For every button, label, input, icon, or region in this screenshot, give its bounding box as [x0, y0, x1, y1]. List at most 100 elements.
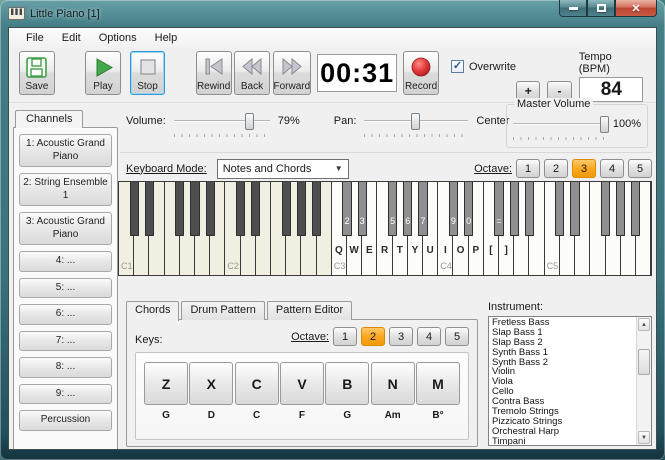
- instrument-listbox[interactable]: Fretless BassSlap Bass 1Slap Bass 2Synth…: [488, 316, 652, 446]
- volume-label: Volume:: [126, 115, 166, 127]
- back-button[interactable]: Back: [234, 51, 270, 95]
- piano-black-key[interactable]: [631, 182, 640, 236]
- minimize-button[interactable]: [559, 0, 587, 17]
- piano-black-key[interactable]: 9: [449, 182, 458, 236]
- piano-black-key[interactable]: 3: [358, 182, 367, 236]
- titlebar[interactable]: Little Piano [1] ✕: [0, 0, 665, 27]
- tab-chords[interactable]: Chords: [126, 301, 179, 321]
- forward-icon: [280, 56, 304, 78]
- channel-button[interactable]: Percussion: [19, 410, 112, 431]
- piano-black-key[interactable]: [312, 182, 321, 236]
- octave-c-label: C3: [334, 261, 346, 271]
- channel-button[interactable]: 8: ...: [19, 357, 112, 378]
- volume-slider-track[interactable]: [174, 120, 270, 122]
- menu-item-edit[interactable]: Edit: [53, 29, 90, 47]
- piano-black-key[interactable]: [525, 182, 534, 236]
- piano-black-key[interactable]: [130, 182, 139, 236]
- scroll-down-button[interactable]: ▼: [638, 431, 650, 444]
- window-controls: ✕: [559, 0, 657, 17]
- chords-octave-label: Octave:: [291, 331, 329, 343]
- channel-button[interactable]: 3: Acoustic Grand Piano: [19, 212, 112, 245]
- octave-button-5[interactable]: 5: [628, 159, 652, 178]
- master-volume-value: 100%: [613, 118, 641, 130]
- channel-button[interactable]: 1: Acoustic Grand Piano: [19, 134, 112, 167]
- master-volume-slider[interactable]: [513, 115, 605, 133]
- tab-channels[interactable]: Channels: [15, 110, 83, 128]
- volume-slider-thumb[interactable]: [245, 113, 254, 130]
- piano-black-key[interactable]: [616, 182, 625, 236]
- menu-item-options[interactable]: Options: [90, 29, 146, 47]
- save-button[interactable]: Save: [19, 51, 55, 95]
- volume-slider[interactable]: [174, 112, 270, 130]
- instrument-list-item[interactable]: Timpani: [490, 437, 635, 446]
- forward-button[interactable]: Forward: [273, 51, 312, 95]
- channel-button[interactable]: 7: ...: [19, 331, 112, 352]
- piano-black-key[interactable]: [510, 182, 519, 236]
- chord-key-button-c[interactable]: C: [235, 362, 279, 405]
- piano-black-key[interactable]: [555, 182, 564, 236]
- play-button[interactable]: Play: [85, 51, 121, 95]
- octave-button-4[interactable]: 4: [417, 327, 441, 346]
- master-volume-slider-ticks: [513, 137, 605, 140]
- piano-black-key[interactable]: =: [494, 182, 503, 236]
- chord-key-button-v[interactable]: V: [280, 362, 324, 405]
- menu-item-help[interactable]: Help: [146, 29, 187, 47]
- piano-black-key[interactable]: [236, 182, 245, 236]
- chord-key-slot: XD: [189, 362, 233, 439]
- channel-button[interactable]: 4: ...: [19, 251, 112, 272]
- instrument-scrollbar[interactable]: ▲ ▼: [636, 317, 651, 445]
- piano-black-key[interactable]: [251, 182, 260, 236]
- piano-black-key[interactable]: [206, 182, 215, 236]
- chord-key-button-z[interactable]: Z: [144, 362, 188, 405]
- channel-button[interactable]: 2: String Ensemble 1: [19, 173, 112, 206]
- piano-black-key[interactable]: 7: [418, 182, 427, 236]
- piano-black-key[interactable]: 2: [342, 182, 351, 236]
- master-volume-slider-thumb[interactable]: [600, 116, 609, 133]
- scrollbar-thumb[interactable]: [638, 349, 650, 375]
- keyboard-mode-select[interactable]: Notes and Chords ▼: [217, 159, 349, 179]
- chord-key-button-b[interactable]: B: [325, 362, 369, 405]
- piano-black-key[interactable]: 0: [464, 182, 473, 236]
- piano-black-key[interactable]: [282, 182, 291, 236]
- octave-button-3[interactable]: 3: [389, 327, 413, 346]
- octave-button-5[interactable]: 5: [445, 327, 469, 346]
- piano-black-key[interactable]: 5: [388, 182, 397, 236]
- scroll-up-button[interactable]: ▲: [638, 318, 650, 331]
- piano-black-key[interactable]: [601, 182, 610, 236]
- piano-black-key[interactable]: [190, 182, 199, 236]
- record-button[interactable]: Record: [403, 51, 439, 95]
- pan-slider[interactable]: [364, 112, 468, 130]
- piano-black-key[interactable]: [570, 182, 579, 236]
- octave-button-2[interactable]: 2: [544, 159, 568, 178]
- piano-black-key[interactable]: [145, 182, 154, 236]
- white-key-shortcut-label: Q: [332, 245, 346, 256]
- channel-button[interactable]: 5: ...: [19, 278, 112, 299]
- channel-button[interactable]: 6: ...: [19, 304, 112, 325]
- tab-drum-pattern[interactable]: Drum Pattern: [181, 301, 264, 320]
- chord-key-button-n[interactable]: N: [371, 362, 415, 405]
- octave-button-2[interactable]: 2: [361, 327, 385, 346]
- chord-key-button-x[interactable]: X: [189, 362, 233, 405]
- piano-black-key[interactable]: [297, 182, 306, 236]
- piano-black-key[interactable]: 6: [403, 182, 412, 236]
- window-title: Little Piano [1]: [30, 8, 100, 20]
- back-label: Back: [241, 81, 263, 92]
- octave-button-1[interactable]: 1: [333, 327, 357, 346]
- piano-black-key[interactable]: [175, 182, 184, 236]
- chord-key-button-m[interactable]: M: [416, 362, 460, 405]
- octave-button-4[interactable]: 4: [600, 159, 624, 178]
- octave-button-1[interactable]: 1: [516, 159, 540, 178]
- forward-label: Forward: [274, 81, 311, 92]
- menu-item-file[interactable]: File: [17, 29, 53, 47]
- pan-slider-thumb[interactable]: [411, 113, 420, 130]
- octave-button-3[interactable]: 3: [572, 159, 596, 178]
- maximize-button[interactable]: [587, 0, 615, 17]
- stop-button[interactable]: Stop: [130, 51, 166, 95]
- black-key-shortcut-label: 7: [420, 216, 425, 226]
- master-volume-slider-track[interactable]: [513, 123, 605, 125]
- overwrite-checkbox[interactable]: ✓: [451, 60, 464, 73]
- rewind-button[interactable]: Rewind: [196, 51, 232, 95]
- close-button[interactable]: ✕: [615, 0, 657, 17]
- channel-button[interactable]: 9: ...: [19, 384, 112, 405]
- tab-pattern-editor[interactable]: Pattern Editor: [267, 301, 352, 320]
